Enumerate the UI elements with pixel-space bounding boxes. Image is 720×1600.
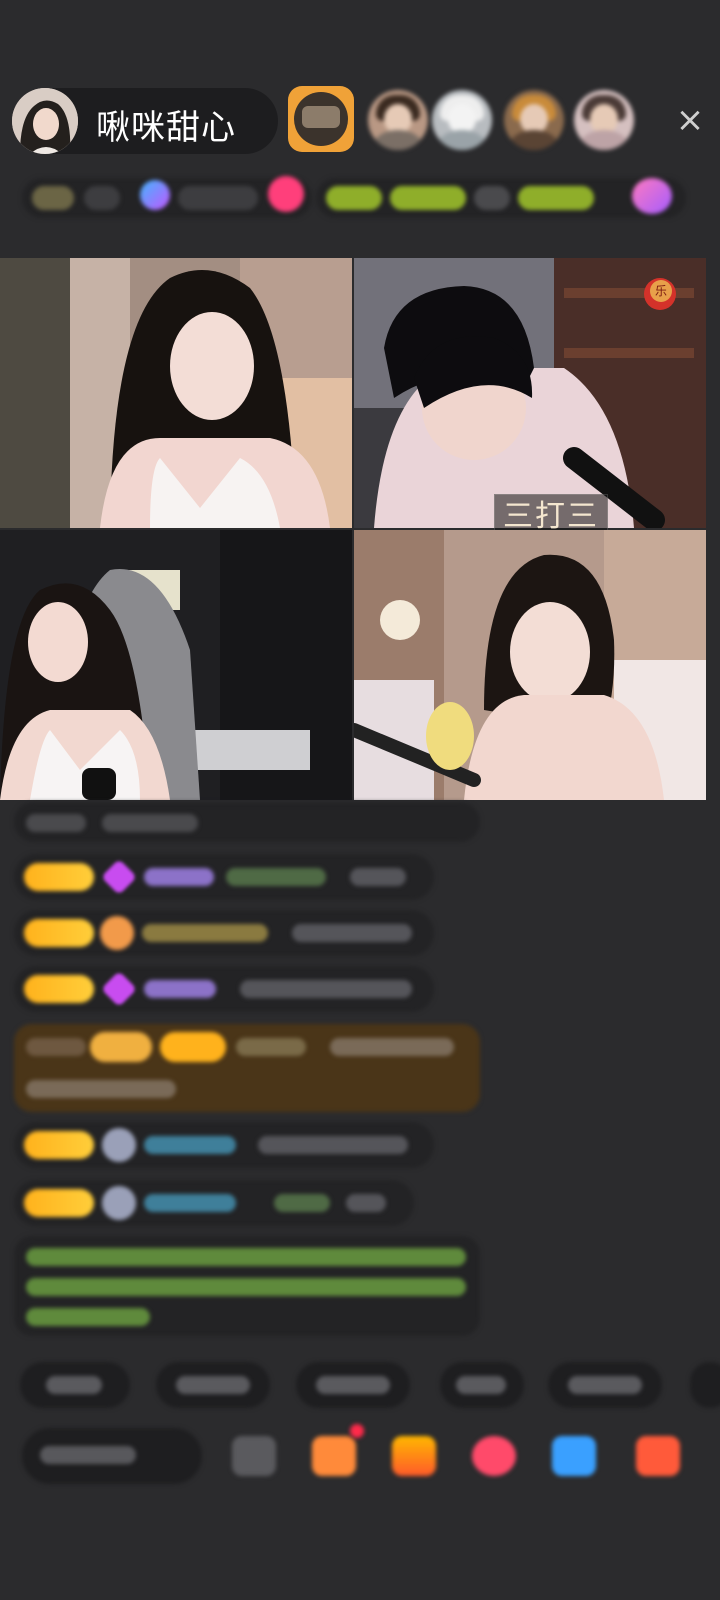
notification-dot (350, 1424, 364, 1438)
chat-text (292, 924, 412, 942)
username (236, 1038, 306, 1056)
host-avatar[interactable] (12, 88, 78, 154)
chat-notice-text (26, 814, 86, 832)
rank-avatar-1[interactable] (288, 86, 354, 152)
chat-text (274, 1194, 330, 1212)
tag-4 (518, 186, 594, 210)
host-name: 啾咪甜心 (96, 108, 236, 148)
badge-icon: 乐 (650, 280, 672, 302)
popularity-text (84, 186, 120, 210)
user-avatar-icon (102, 1186, 136, 1220)
video-tile-top-left[interactable] (0, 258, 352, 528)
username (142, 924, 268, 942)
chat-notice-text-2 (102, 814, 198, 832)
username (144, 1136, 236, 1154)
level-badge (24, 863, 94, 891)
user-avatar-icon (102, 1128, 136, 1162)
quick-action-label (568, 1376, 642, 1394)
video-tile-bottom-left[interactable] (0, 530, 352, 800)
chat-text (258, 1136, 408, 1154)
quick-action-label (456, 1376, 506, 1394)
host-avatar-image (12, 88, 78, 154)
chat-text (330, 1038, 454, 1056)
chat-text (240, 980, 412, 998)
level-badge (160, 1032, 226, 1062)
quick-action-label (46, 1376, 102, 1394)
video-tile-bottom-right[interactable] (354, 530, 706, 800)
announcement-text (26, 1308, 150, 1326)
rank-avatar-4[interactable] (504, 90, 564, 150)
streamer-video-4 (354, 530, 706, 800)
tag-2 (390, 186, 466, 210)
quick-action-label (176, 1376, 250, 1394)
follow-icon[interactable] (268, 176, 304, 212)
close-icon[interactable]: × (670, 100, 710, 140)
fans-icon (140, 180, 170, 210)
username (144, 868, 214, 886)
more-icon[interactable] (636, 1436, 680, 1476)
chat-text (226, 868, 326, 886)
level-badge (24, 975, 94, 1003)
username (144, 1194, 236, 1212)
quick-action-label (316, 1376, 390, 1394)
game-icon[interactable] (552, 1436, 596, 1476)
tag-3 (474, 186, 510, 210)
chat-text (26, 1080, 176, 1098)
username (144, 980, 216, 998)
level-badge (24, 919, 94, 947)
video-tile-top-right[interactable]: 乐 (354, 258, 706, 528)
level-badge (24, 1189, 94, 1217)
announcement-text (26, 1248, 466, 1266)
level-badge (24, 1131, 94, 1159)
fan-club-icon[interactable] (312, 1436, 356, 1476)
honor-badge (90, 1032, 152, 1062)
fans-text (178, 186, 258, 210)
rank-avatar-5[interactable] (574, 90, 634, 150)
gift-icon[interactable] (392, 1436, 436, 1476)
fan-badge-icon (100, 916, 134, 950)
chat-input-placeholder (40, 1446, 136, 1464)
quick-action-6[interactable] (690, 1362, 720, 1408)
gift-rank-icon[interactable] (632, 178, 672, 214)
chat-text (346, 1194, 386, 1212)
tag-1 (326, 186, 382, 210)
chat-text (350, 868, 406, 886)
announcement-text (26, 1278, 466, 1296)
interact-icon[interactable] (472, 1436, 516, 1476)
highlight-tag (26, 1038, 86, 1056)
streamer-video-1 (0, 258, 352, 528)
popularity-icon (32, 186, 74, 210)
rank-avatar-3[interactable] (432, 90, 492, 150)
emoji-icon[interactable] (232, 1436, 276, 1476)
rank-avatar-2[interactable] (368, 90, 428, 150)
streamer-video-3 (0, 530, 352, 800)
